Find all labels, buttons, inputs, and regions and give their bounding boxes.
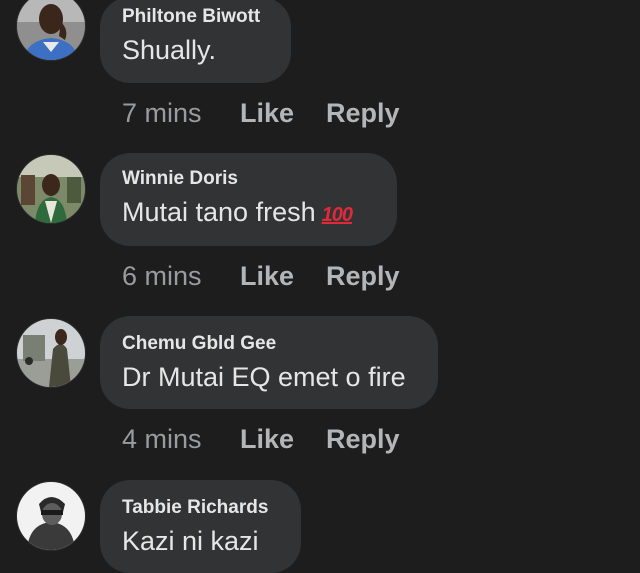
comment-actions: 6 mins Like Reply [122, 260, 400, 292]
comment-bubble: Chemu Gbld Gee Dr Mutai EQ emet o fire [100, 316, 438, 409]
comment-author[interactable]: Chemu Gbld Gee [122, 333, 412, 355]
comment-author[interactable]: Tabbie Richards [122, 497, 275, 519]
comment-actions: 4 mins Like Reply [122, 423, 400, 455]
comment-time[interactable]: 4 mins [122, 423, 240, 455]
comment-time[interactable]: 7 mins [122, 97, 240, 129]
like-button[interactable]: Like [240, 97, 326, 129]
comment-bubble: Philtone Biwott Shually. [100, 0, 291, 83]
avatar[interactable] [16, 154, 86, 224]
avatar-photo-person [17, 319, 85, 387]
comment-bubble: Tabbie Richards Kazi ni kazi [100, 480, 301, 573]
comment-author[interactable]: Winnie Doris [122, 168, 371, 190]
avatar-photo-woman [17, 155, 85, 223]
comment-time[interactable]: 6 mins [122, 260, 240, 292]
comment-text-body: Shually. [122, 35, 217, 65]
comment-text-body: Kazi ni kazi [122, 526, 259, 556]
avatar-photo-man [17, 0, 85, 60]
reply-button[interactable]: Reply [326, 424, 400, 454]
comment-text: Kazi ni kazi [122, 524, 275, 558]
like-button[interactable]: Like [240, 260, 326, 292]
like-button[interactable]: Like [240, 423, 326, 455]
comment-text-body: Dr Mutai EQ emet o fire [122, 362, 406, 392]
comment-actions: 7 mins Like Reply [122, 97, 400, 129]
comment-text: Mutai tano fresh 100 [122, 195, 371, 232]
comment-author[interactable]: Philtone Biwott [122, 6, 265, 28]
comment-text-body: Mutai tano fresh [122, 197, 316, 227]
reply-button[interactable]: Reply [326, 261, 400, 291]
comment-text: Shually. [122, 33, 265, 67]
avatar[interactable] [16, 481, 86, 551]
hundred-points-icon: 100 [321, 204, 353, 226]
avatar[interactable] [16, 0, 86, 61]
reply-button[interactable]: Reply [326, 98, 400, 128]
avatar-photo-bw [17, 482, 85, 550]
comment-text: Dr Mutai EQ emet o fire [122, 360, 412, 394]
avatar[interactable] [16, 318, 86, 388]
comment-bubble: Winnie Doris Mutai tano fresh 100 [100, 153, 397, 246]
